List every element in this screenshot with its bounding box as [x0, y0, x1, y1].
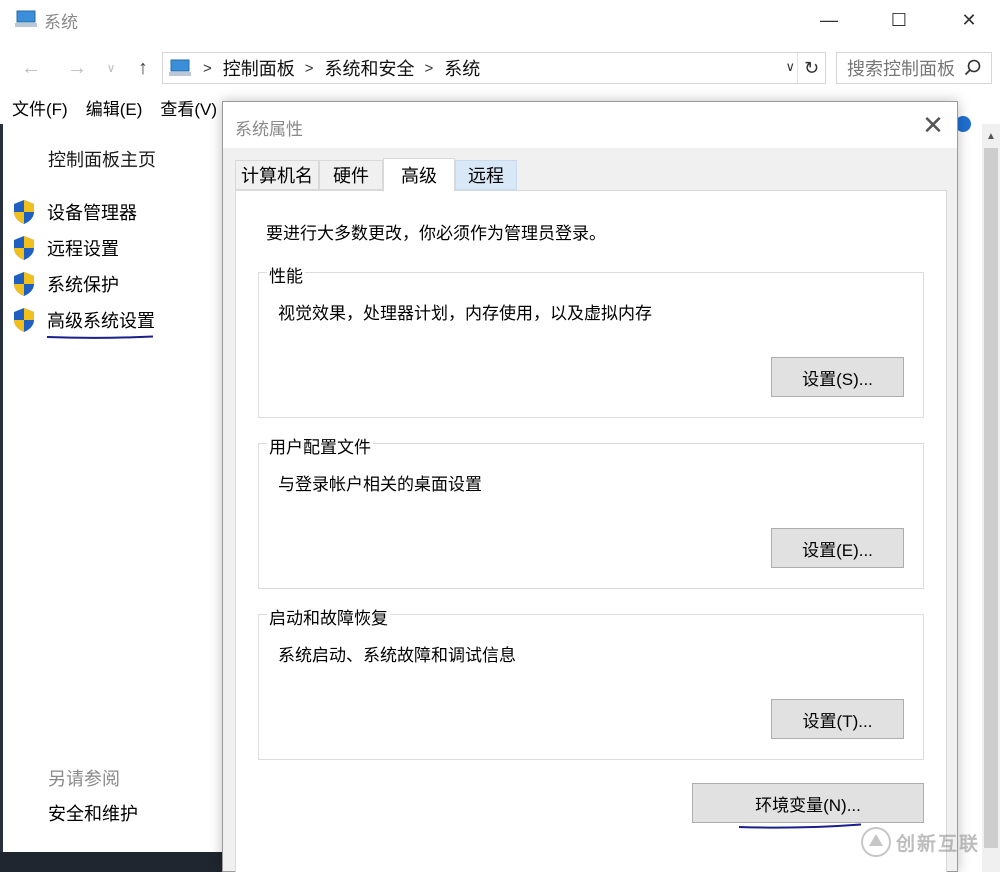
annotation-underline [46, 335, 154, 339]
maximize-button[interactable]: ☐ [876, 0, 922, 40]
scrollbar-thumb[interactable] [984, 148, 998, 848]
user-profiles-settings-button[interactable]: 设置(E)... [771, 528, 904, 568]
task-system-protection[interactable]: 系统保护 [12, 271, 119, 297]
close-button[interactable]: ✕ [946, 0, 992, 40]
forward-arrow-icon[interactable]: → [62, 52, 92, 84]
back-arrow-icon[interactable]: ← [16, 52, 46, 84]
desktop-background [0, 852, 222, 872]
menu-bar: 文件(F) 编辑(E) 查看(V) [0, 96, 223, 124]
uac-shield-icon [14, 308, 34, 332]
uac-shield-icon [14, 200, 34, 224]
refresh-icon[interactable]: ↻ [797, 53, 825, 83]
group-title: 用户配置文件 [267, 433, 373, 458]
security-maintenance-link[interactable]: 安全和维护 [48, 800, 138, 826]
up-arrow-icon[interactable]: ↑ [128, 52, 158, 84]
breadcrumb-control-panel[interactable]: 控制面板 [223, 55, 295, 81]
uac-shield-icon [14, 272, 34, 296]
group-description: 与登录帐户相关的桌面设置 [278, 475, 482, 494]
dialog-title-bar [223, 102, 957, 148]
group-title: 启动和故障恢复 [267, 604, 390, 629]
environment-variables-button[interactable]: 环境变量(N)... [692, 783, 924, 823]
minimize-button[interactable]: — [806, 0, 852, 40]
menu-file[interactable]: 文件(F) [0, 96, 74, 124]
breadcrumb-separator-icon: > [203, 59, 212, 77]
watermark: 创新互联 [860, 826, 980, 858]
task-label: 远程设置 [47, 239, 119, 259]
breadcrumb-separator-icon: > [424, 59, 434, 77]
left-navigation-pane [0, 124, 222, 854]
recent-locations-chevron-icon[interactable]: ∨ [100, 52, 122, 84]
computer-icon [15, 10, 37, 27]
task-label: 设备管理器 [47, 203, 137, 223]
dialog-title: 系统属性 [235, 120, 303, 139]
desktop-edge [0, 124, 3, 852]
breadcrumb-separator-icon: > [304, 59, 314, 77]
uac-shield-icon [14, 236, 34, 260]
search-icon[interactable] [963, 58, 983, 78]
startup-recovery-group: 启动和故障恢复 系统启动、系统故障和调试信息 设置(T)... [258, 604, 924, 760]
search-input[interactable]: 搜索控制面板 [836, 52, 992, 84]
see-also-heading: 另请参阅 [48, 769, 120, 789]
breadcrumb-system-security[interactable]: 系统和安全 [325, 55, 415, 81]
scroll-up-arrow-icon[interactable]: ▲ [982, 126, 1000, 146]
startup-recovery-settings-button[interactable]: 设置(T)... [771, 699, 904, 739]
watermark-logo-icon [861, 827, 891, 857]
address-bar[interactable]: > 控制面板 > 系统和安全 > 系统 ∨ ↻ [162, 52, 826, 84]
task-label: 系统保护 [47, 275, 119, 295]
group-description: 系统启动、系统故障和调试信息 [278, 646, 516, 665]
admin-notice: 要进行大多数更改，你必须作为管理员登录。 [266, 224, 606, 243]
task-label: 高级系统设置 [47, 311, 155, 331]
group-description: 视觉效果，处理器计划，内存使用，以及虚拟内存 [278, 304, 652, 323]
annotation-underline [738, 823, 862, 829]
task-remote-settings[interactable]: 远程设置 [12, 235, 119, 261]
group-title: 性能 [267, 262, 305, 287]
tab-advanced[interactable]: 高级 [383, 158, 455, 192]
dialog-close-button[interactable]: ✕ [913, 108, 953, 142]
system-properties-dialog: 系统属性 ✕ 计算机名 硬件 高级 远程 要进行大多数更改，你必须作为管理员登录… [222, 101, 958, 872]
address-dropdown-chevron-icon[interactable]: ∨ [785, 59, 795, 75]
performance-group: 性能 视觉效果，处理器计划，内存使用，以及虚拟内存 设置(S)... [258, 262, 924, 418]
control-panel-home-link[interactable]: 控制面板主页 [48, 146, 156, 172]
watermark-text: 创新互联 [896, 833, 981, 855]
menu-edit[interactable]: 编辑(E) [74, 96, 149, 124]
tab-remote[interactable]: 远程 [455, 160, 517, 190]
tab-hardware[interactable]: 硬件 [319, 160, 383, 190]
task-advanced-system-settings[interactable]: 高级系统设置 [12, 307, 155, 333]
task-device-manager[interactable]: 设备管理器 [12, 199, 137, 225]
performance-settings-button[interactable]: 设置(S)... [771, 357, 904, 397]
control-panel-icon [169, 59, 191, 76]
window-title: 系统 [44, 13, 78, 32]
advanced-tab-panel: 要进行大多数更改，你必须作为管理员登录。 性能 视觉效果，处理器计划，内存使用，… [235, 190, 947, 872]
menu-view[interactable]: 查看(V) [148, 96, 223, 124]
breadcrumb-system[interactable]: 系统 [444, 55, 480, 81]
tab-computer-name[interactable]: 计算机名 [235, 160, 319, 190]
user-profiles-group: 用户配置文件 与登录帐户相关的桌面设置 设置(E)... [258, 433, 924, 589]
search-placeholder: 搜索控制面板 [847, 59, 955, 79]
